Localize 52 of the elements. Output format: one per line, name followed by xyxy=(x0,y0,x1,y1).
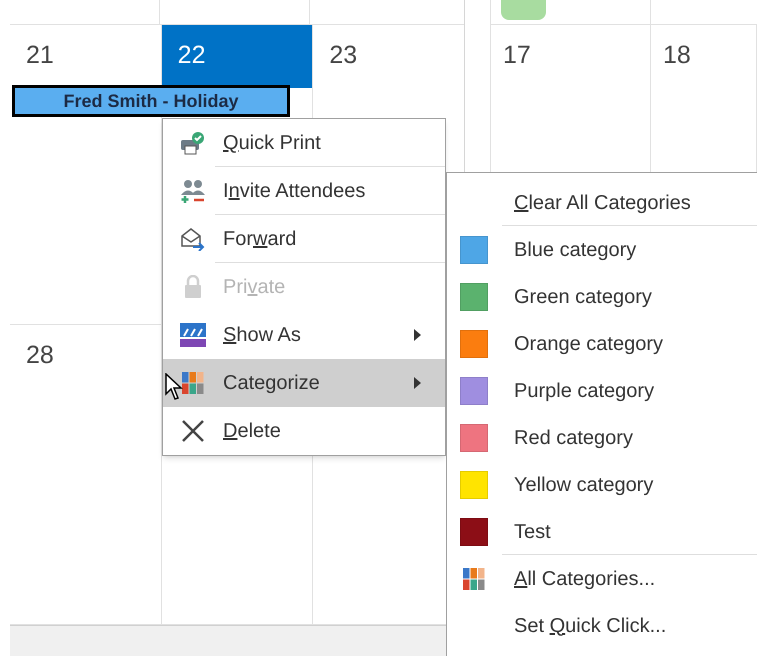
color-grid-icon xyxy=(463,568,485,590)
striped-bar-icon xyxy=(180,323,206,347)
menu-item[interactable]: Delete xyxy=(163,407,445,455)
menu-item-label: Purple category xyxy=(514,378,654,404)
submenu-arrow-icon xyxy=(414,377,421,389)
menu-item-label: Yellow category xyxy=(514,472,654,498)
menu-item[interactable]: Test xyxy=(447,508,757,555)
menu-item[interactable]: Clear All Categories xyxy=(447,179,757,226)
menu-item-label: Forward xyxy=(223,227,298,252)
mouse-cursor-icon xyxy=(165,373,183,401)
menu-item[interactable]: Show As xyxy=(163,311,445,359)
calendar-event[interactable] xyxy=(501,0,546,20)
day-header[interactable]: 28 xyxy=(10,325,161,388)
menu-item-label: Categorize xyxy=(223,371,321,396)
menu-item-label: Quick Print xyxy=(223,131,322,156)
menu-item[interactable]: All Categories... xyxy=(447,555,757,602)
day-header[interactable]: 22 xyxy=(162,25,312,88)
calendar-event[interactable]: Fred Smith - Holiday xyxy=(12,85,290,117)
printer-icon xyxy=(180,131,206,155)
people-icon xyxy=(180,179,206,203)
menu-item[interactable]: Red category xyxy=(447,414,757,461)
menu-item-label: Orange category xyxy=(514,332,663,356)
menu-item-label: Invite Attendees xyxy=(223,179,366,204)
menu-item[interactable]: Set Quick Click... xyxy=(447,602,757,649)
day-header[interactable]: 18 xyxy=(651,25,756,88)
day-header[interactable]: 21 xyxy=(10,25,161,88)
close-icon xyxy=(181,419,205,443)
menu-item-label: Blue category xyxy=(514,238,636,262)
envelope-arrow-icon xyxy=(180,227,206,251)
menu-item-label: Test xyxy=(514,520,551,544)
menu-item[interactable]: Yellow category xyxy=(447,461,757,508)
menu-item[interactable]: Categorize xyxy=(163,359,445,407)
lock-icon xyxy=(183,275,203,299)
day-header[interactable]: 23 xyxy=(313,25,464,88)
menu-item-label: Green category xyxy=(514,284,652,310)
menu-item-label: Show As xyxy=(223,323,302,348)
menu-item[interactable]: Blue category xyxy=(447,226,757,273)
menu-item[interactable]: Green category xyxy=(447,273,757,320)
menu-item-label: Set Quick Click... xyxy=(514,614,666,638)
menu-item[interactable]: Invite Attendees xyxy=(163,167,445,215)
menu-item[interactable]: Quick Print xyxy=(163,119,445,167)
menu-item-label: Red category xyxy=(514,426,633,450)
submenu-arrow-icon xyxy=(414,329,421,341)
menu-item-label: Clear All Categories xyxy=(514,190,691,216)
color-grid-icon xyxy=(182,372,204,394)
menu-item[interactable]: Purple category xyxy=(447,367,757,414)
menu-item-label: Delete xyxy=(223,419,282,444)
menu-item[interactable]: Forward xyxy=(163,215,445,263)
day-header[interactable]: 17 xyxy=(491,25,650,88)
menu-item-label: Private xyxy=(223,275,286,300)
menu-item[interactable]: Orange category xyxy=(447,320,757,367)
menu-item-label: All Categories... xyxy=(514,566,656,592)
